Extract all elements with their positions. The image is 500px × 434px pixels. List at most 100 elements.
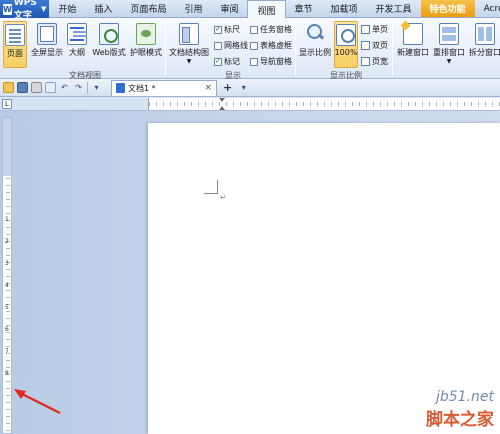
doc-structure-button[interactable]: 文档结构图 ▼ bbox=[169, 23, 209, 65]
gridlines-checkbox[interactable]: 网格线 bbox=[214, 40, 248, 51]
page-width-label: 页宽 bbox=[372, 57, 388, 66]
one-page-label: 单页 bbox=[372, 25, 388, 34]
chevron-down-icon: ▼ bbox=[186, 58, 192, 65]
indent-marker-icon[interactable] bbox=[219, 98, 225, 110]
zoom-button[interactable]: 显示比例 bbox=[299, 23, 331, 58]
checkbox-empty-icon bbox=[250, 41, 258, 50]
redo-icon[interactable]: ↷ bbox=[73, 82, 84, 93]
ruler-checkbox[interactable]: ✓ 标尺 bbox=[214, 24, 240, 35]
ruler-number: 3 bbox=[5, 260, 9, 267]
tab-developer[interactable]: 开发工具 bbox=[367, 0, 421, 17]
zoom-icon bbox=[305, 23, 325, 45]
ruler-number: 7 bbox=[5, 348, 9, 355]
open-folder-icon[interactable] bbox=[3, 82, 14, 93]
eye-icon bbox=[136, 23, 156, 45]
watermark: jb51.net 脚本之家 bbox=[426, 389, 494, 430]
vertical-ruler[interactable]: 1 2 3 4 5 6 7 8 bbox=[2, 117, 12, 434]
tab-start[interactable]: 开始 bbox=[49, 0, 85, 17]
marks-checkbox[interactable]: ✓ 标记 bbox=[214, 56, 240, 67]
split-window-button[interactable]: 拆分窗口 bbox=[468, 23, 500, 58]
zoom-100-icon bbox=[336, 24, 356, 46]
tab-review[interactable]: 审阅 bbox=[211, 0, 247, 17]
web-layout-button[interactable]: Web版式 bbox=[92, 23, 126, 58]
chevron-down-icon[interactable]: ▾ bbox=[238, 82, 249, 93]
eye-protection-button[interactable]: 护眼模式 bbox=[129, 23, 163, 58]
tab-chapter[interactable]: 章节 bbox=[286, 0, 322, 17]
doc-structure-icon bbox=[179, 23, 199, 45]
tab-addins[interactable]: 加载项 bbox=[322, 0, 367, 17]
document-workspace: 1 2 3 4 5 6 7 8 ↵ jb51.net 脚本之家 bbox=[0, 111, 500, 434]
ribbon: 页面 全屏显示 大纲 Web版式 护眼模式 文档视图 文档结构图 ▼ ✓ 标尺 … bbox=[0, 18, 500, 80]
tab-acrobat[interactable]: Acrobat bbox=[475, 0, 500, 17]
horizontal-ruler[interactable] bbox=[148, 98, 500, 110]
tab-page-layout[interactable]: 页面布局 bbox=[121, 0, 175, 17]
watermark-url: jb51.net bbox=[435, 389, 494, 405]
page-view-icon bbox=[5, 24, 25, 46]
two-page-icon bbox=[361, 41, 370, 50]
table-gridlines-checkbox[interactable]: 表格虚框 bbox=[250, 40, 292, 51]
one-page-icon bbox=[361, 25, 370, 34]
quick-access-toolbar: ↶ ↷ ▾ 文档1 * × + ▾ bbox=[0, 79, 500, 97]
rearrange-window-label: 重排窗口 bbox=[433, 48, 465, 57]
app-menu-button[interactable]: W WPS 文字 ▼ bbox=[0, 0, 50, 21]
tab-stop-selector[interactable]: L bbox=[2, 99, 12, 109]
task-pane-checkbox[interactable]: 任务窗格 bbox=[250, 24, 292, 35]
page-view-label: 页面 bbox=[7, 49, 23, 58]
outline-view-button[interactable]: 大纲 bbox=[66, 23, 88, 58]
check-icon: ✓ bbox=[214, 57, 222, 66]
ruler-margin-shade bbox=[3, 118, 11, 176]
close-icon[interactable]: × bbox=[204, 83, 212, 93]
table-gridlines-label: 表格虚框 bbox=[260, 41, 292, 50]
two-page-label: 双页 bbox=[372, 41, 388, 50]
fullscreen-icon bbox=[37, 23, 57, 45]
red-arrow-annotation bbox=[14, 389, 61, 414]
split-window-label: 拆分窗口 bbox=[469, 48, 500, 57]
ruler-ticks bbox=[149, 102, 500, 106]
nav-pane-checkbox[interactable]: 导航窗格 bbox=[250, 56, 292, 67]
two-page-button[interactable]: 双页 bbox=[361, 40, 388, 51]
fullscreen-label: 全屏显示 bbox=[31, 48, 63, 57]
fullscreen-button[interactable]: 全屏显示 bbox=[31, 23, 63, 58]
ruler-number: 4 bbox=[5, 282, 9, 289]
tab-references[interactable]: 引用 bbox=[175, 0, 211, 17]
new-window-button[interactable]: 新建窗口 bbox=[396, 23, 430, 58]
eye-protection-label: 护眼模式 bbox=[130, 48, 162, 57]
ruler-number: 2 bbox=[5, 238, 9, 245]
customize-toolbar-icon[interactable]: ▾ bbox=[91, 82, 102, 93]
web-layout-icon bbox=[99, 23, 119, 45]
document-tab-title: 文档1 * bbox=[128, 83, 156, 93]
menu-bar: W WPS 文字 ▼ 开始 插入 页面布局 引用 审阅 视图 章节 加载项 开发… bbox=[0, 0, 500, 21]
page-width-icon bbox=[361, 57, 370, 66]
zoom-label: 显示比例 bbox=[299, 48, 331, 57]
print-icon[interactable] bbox=[31, 82, 42, 93]
new-tab-button[interactable]: + bbox=[220, 81, 235, 94]
web-layout-label: Web版式 bbox=[92, 48, 126, 57]
new-window-label: 新建窗口 bbox=[397, 48, 429, 57]
task-pane-label: 任务窗格 bbox=[260, 25, 292, 34]
ruler-number: 8 bbox=[5, 370, 9, 377]
page-view-button[interactable]: 页面 bbox=[3, 21, 27, 68]
watermark-site: 脚本之家 bbox=[426, 410, 494, 430]
split-window-icon bbox=[475, 23, 495, 45]
save-icon[interactable] bbox=[17, 82, 28, 93]
undo-icon[interactable]: ↶ bbox=[59, 82, 70, 93]
document-page[interactable]: ↵ bbox=[148, 123, 500, 434]
zoom-100-button[interactable]: 100% bbox=[334, 21, 358, 68]
page-width-button[interactable]: 页宽 bbox=[361, 56, 388, 67]
doc-structure-label: 文档结构图 bbox=[169, 48, 209, 57]
one-page-button[interactable]: 单页 bbox=[361, 24, 388, 35]
ruler-number: 1 bbox=[5, 216, 9, 223]
ruler-number: 5 bbox=[5, 304, 9, 311]
document-tab[interactable]: 文档1 * × bbox=[111, 79, 217, 96]
tab-insert[interactable]: 插入 bbox=[85, 0, 121, 17]
check-icon: ✓ bbox=[214, 25, 222, 34]
margin-corner-mark bbox=[204, 180, 218, 194]
marks-label: 标记 bbox=[224, 57, 240, 66]
divider bbox=[295, 21, 296, 75]
tab-special-features[interactable]: 特色功能 bbox=[420, 0, 475, 17]
rearrange-window-button[interactable]: 重排窗口 ▼ bbox=[432, 23, 466, 65]
nav-pane-label: 导航窗格 bbox=[260, 57, 292, 66]
checkbox-empty-icon bbox=[250, 25, 258, 34]
tab-view[interactable]: 视图 bbox=[247, 0, 286, 19]
print-preview-icon[interactable] bbox=[45, 82, 56, 93]
